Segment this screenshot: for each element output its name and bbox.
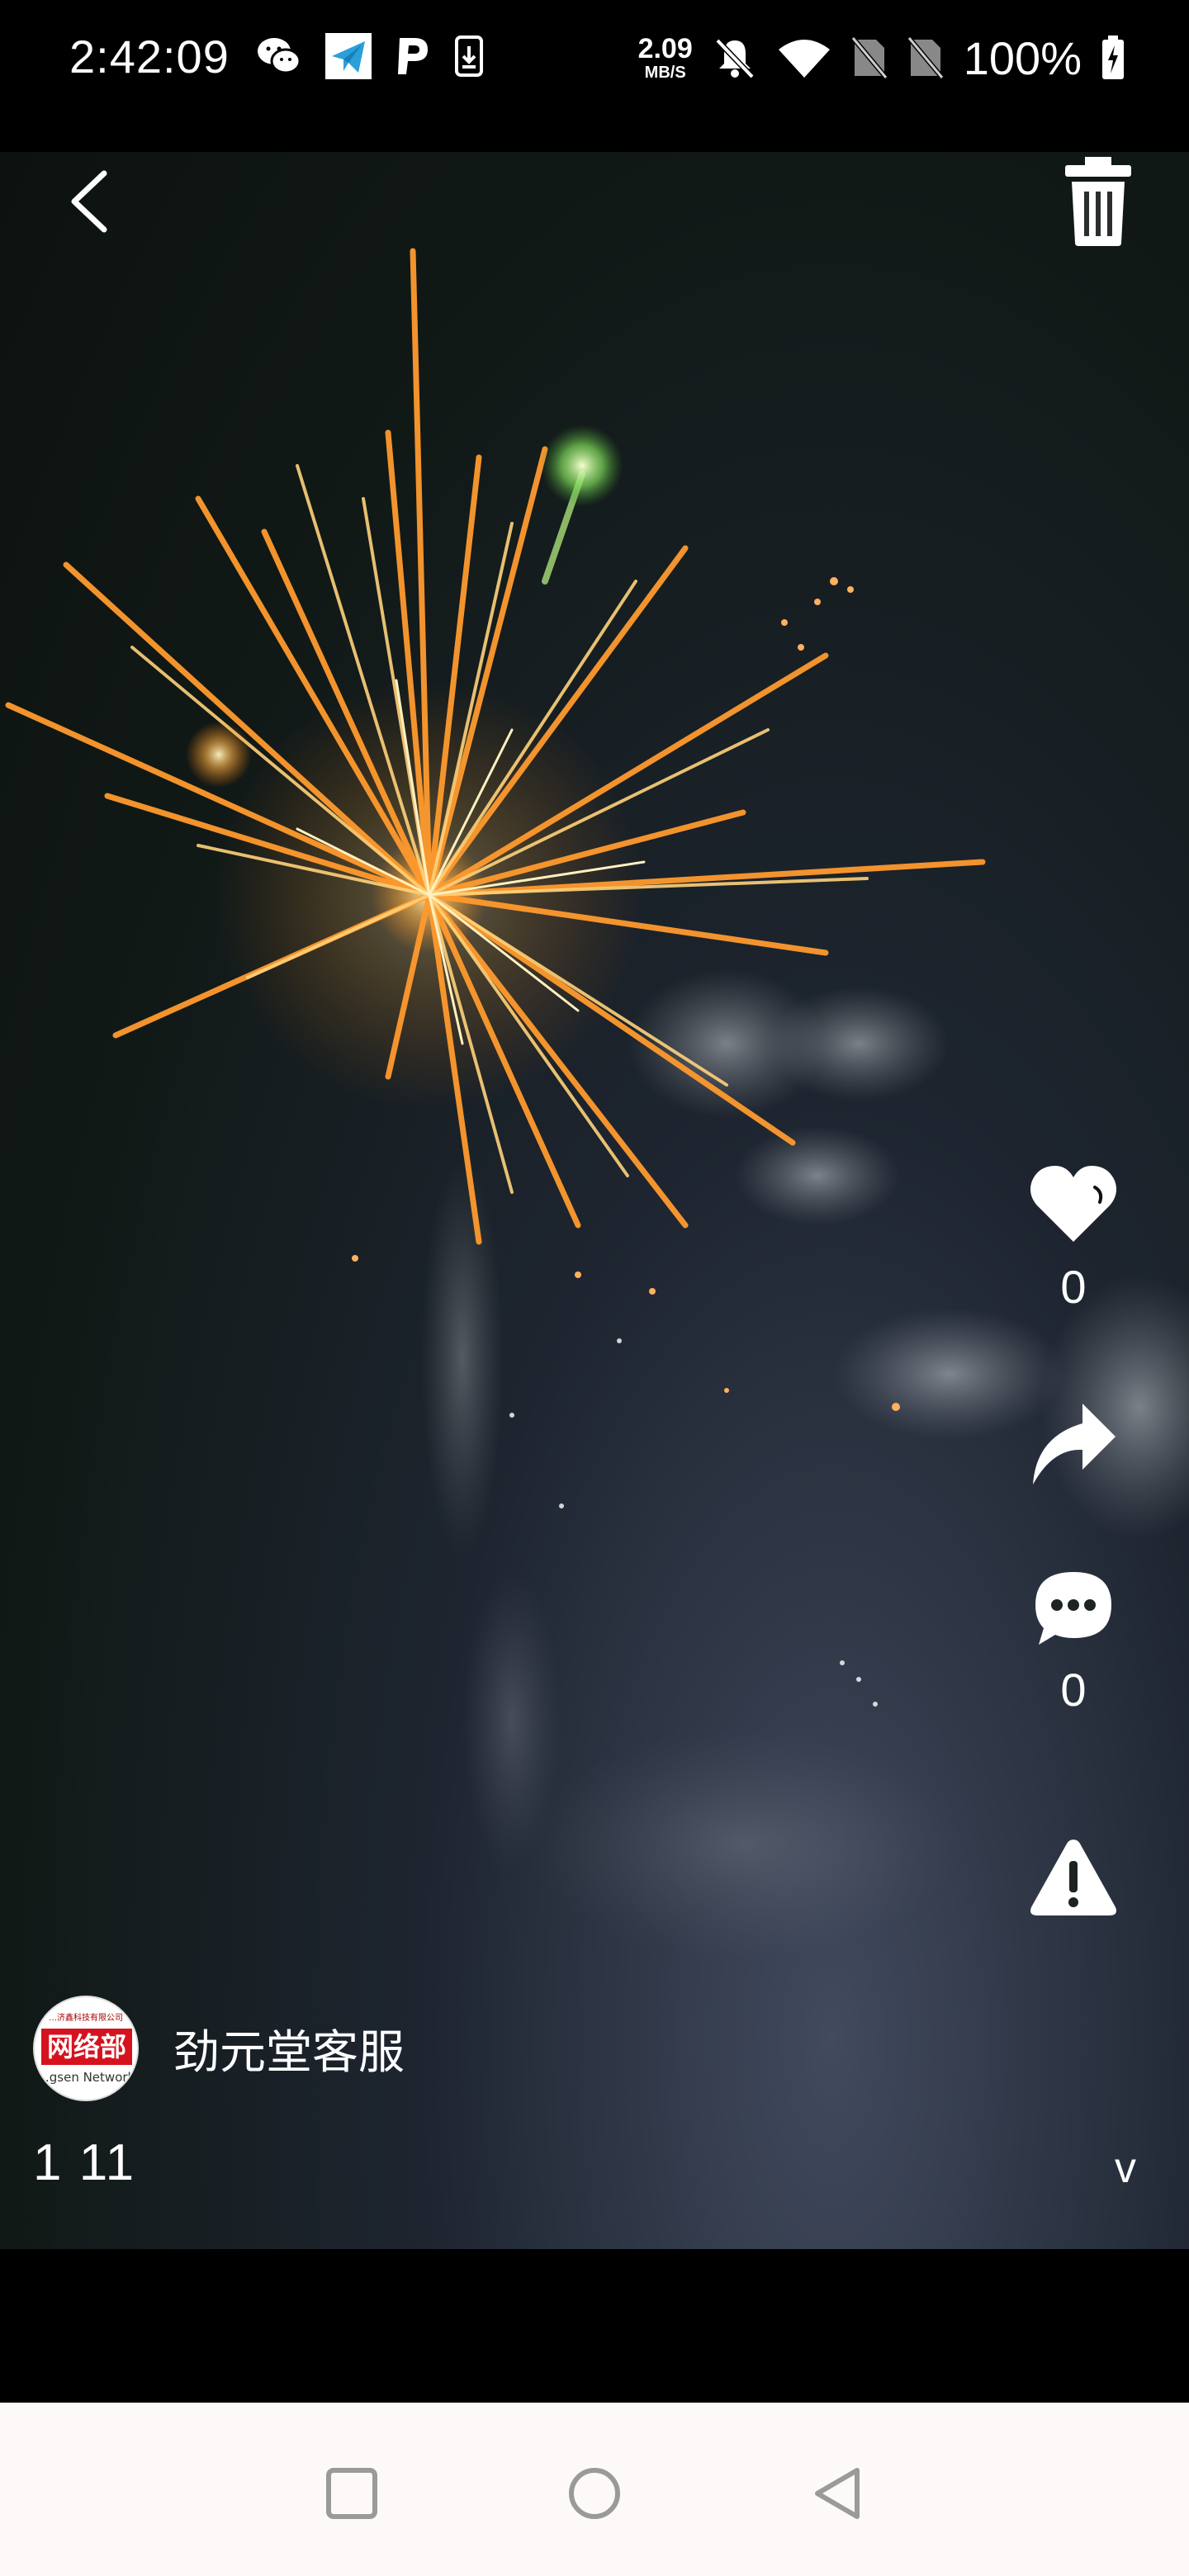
no-sim-icon [850,36,888,79]
status-time: 2:42:09 [69,31,230,83]
network-speed: 2.09 MB/S [638,35,693,81]
video-caption: 1 11 [33,2134,136,2191]
comment-bubble-icon[interactable] [1032,1569,1115,1648]
battery-percent: 100% [963,31,1082,84]
avatar-top-text: …济鑫科技有限公司 [49,2014,123,2023]
notification-icons [256,31,484,81]
report-action[interactable] [1024,1836,1123,1919]
status-bar: 2:42:09 2.09 MB/S 100% [0,0,1189,152]
navigation-bar [0,2403,1189,2576]
like-action[interactable]: 0 [1024,1163,1123,1314]
parking-p-icon [398,38,428,74]
share-arrow-icon[interactable] [1028,1399,1119,1489]
wechat-icon [258,38,301,74]
recent-apps-icon[interactable] [319,2460,385,2526]
trash-icon[interactable] [1057,152,1139,251]
comment-action[interactable]: 0 [1024,1569,1123,1717]
network-speed-unit: MB/S [644,64,686,82]
expand-caption-toggle[interactable]: v [1115,2143,1136,2193]
system-status-icons: 2.09 MB/S 100% [638,25,1125,91]
fireworks-video-frame [5,248,1189,1960]
no-sim-icon [907,36,944,79]
mute-bell-icon [715,38,755,79]
heart-icon[interactable] [1027,1163,1120,1245]
author-name[interactable]: 劲元堂客服 [173,2015,405,2082]
bottom-letterbox [0,2249,1189,2403]
download-icon [455,36,483,77]
share-action[interactable] [1024,1399,1123,1489]
wifi-icon [778,40,830,78]
avatar-bottom-text: …gsen Network [36,2070,135,2085]
back-triangle-icon[interactable] [806,2460,872,2526]
network-speed-value: 2.09 [637,33,693,64]
video-player[interactable]: 0 0 …济鑫科技有限公司 网络部 …gsen Network 劲元堂客服 1 … [0,152,1189,2249]
back-arrow-icon[interactable] [58,159,124,249]
avatar-badge: 网络部 [41,2029,132,2065]
comment-count: 0 [1060,1664,1087,1716]
home-circle-icon[interactable] [561,2460,628,2526]
warning-triangle-icon[interactable] [1028,1836,1119,1919]
telegram-icon [325,33,372,79]
battery-charging-icon [1102,36,1124,79]
author-row[interactable]: …济鑫科技有限公司 网络部 …gsen Network 劲元堂客服 [33,1995,405,2102]
like-count: 0 [1060,1261,1087,1313]
avatar[interactable]: …济鑫科技有限公司 网络部 …gsen Network [33,1996,139,2101]
